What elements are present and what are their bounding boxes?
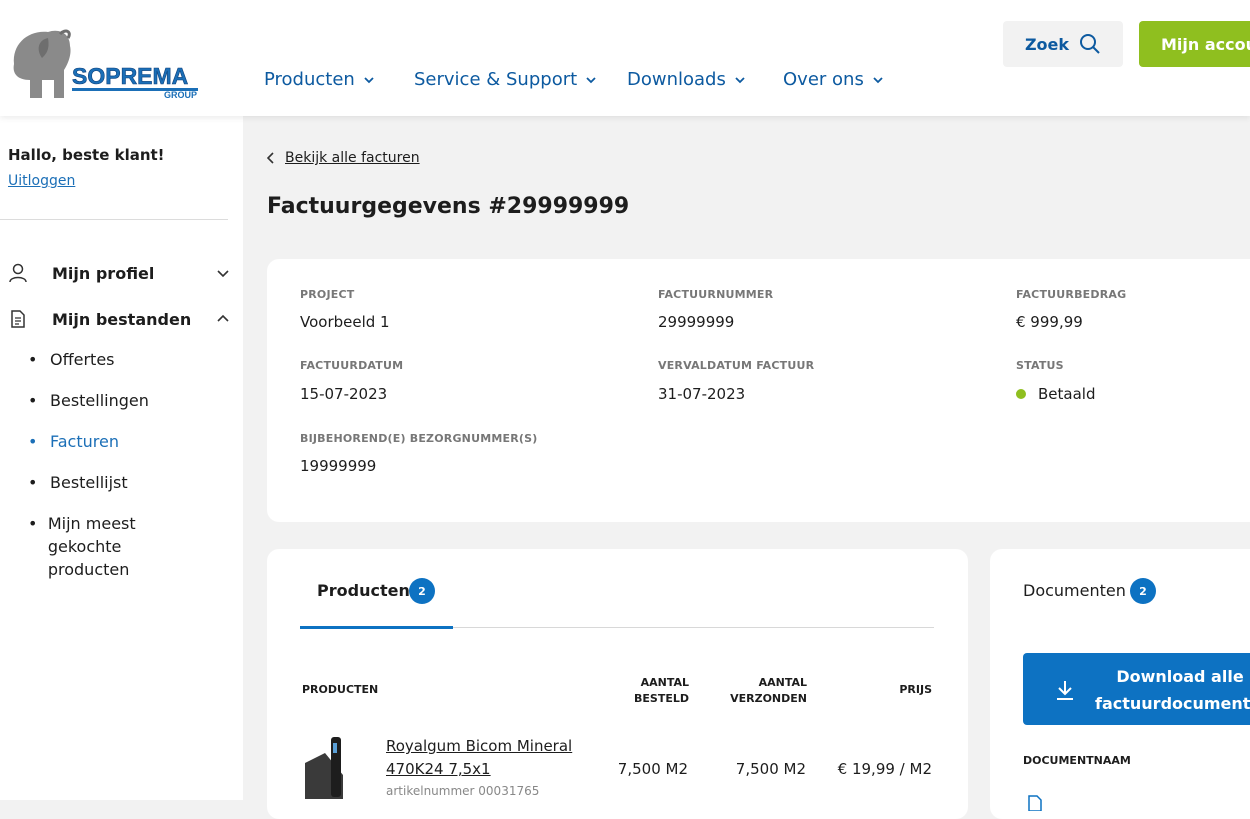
invoice-details-card: PROJECT Voorbeeld 1 FACTUURNUMMER 299999… bbox=[267, 259, 1250, 522]
delivery-number-label: BIJBEHOREND(E) BEZORGNUMMER(S) bbox=[300, 432, 538, 445]
due-date-label: VERVALDATUM FACTUUR bbox=[658, 359, 815, 372]
tab-documenten[interactable]: Documenten bbox=[1023, 581, 1126, 600]
sidebar-sub-bestellijst[interactable]: • Bestellijst bbox=[28, 471, 128, 494]
status-value: Betaald bbox=[1038, 385, 1096, 403]
page-title: Factuurgegevens #29999999 bbox=[267, 194, 630, 219]
col-shipped: AANTAL VERZONDEN bbox=[730, 676, 807, 705]
shipped-qty: 7,500 M2 bbox=[735, 760, 806, 778]
sidebar-item-label: Mijn bestanden bbox=[52, 309, 192, 329]
account-button[interactable]: Mijn account bbox=[1139, 21, 1250, 67]
invoice-number-label: FACTUURNUMMER bbox=[658, 288, 774, 301]
col-products: PRODUCTEN bbox=[302, 683, 379, 696]
invoice-amount-value: € 999,99 bbox=[1016, 313, 1083, 331]
nav-downloads[interactable]: Downloads bbox=[627, 69, 746, 90]
sidebar-sub-meest-gekocht[interactable]: • Mijn meest gekochte producten bbox=[28, 512, 138, 581]
nav-label: Downloads bbox=[627, 69, 726, 90]
back-link-label: Bekijk alle facturen bbox=[285, 150, 420, 166]
search-label: Zoek bbox=[1024, 34, 1070, 54]
products-card: Producten 2 PRODUCTEN AANTAL BESTELD AAN… bbox=[267, 549, 968, 819]
account-label: Mijn account bbox=[1161, 34, 1250, 54]
price: € 19,99 / M2 bbox=[837, 760, 932, 778]
sidebar-sub-label: Facturen bbox=[50, 432, 119, 451]
sidebar-item-files[interactable]: Mijn bestanden bbox=[8, 306, 230, 332]
nav-label: Over ons bbox=[783, 69, 864, 90]
bullet: • bbox=[28, 432, 38, 451]
sidebar-sub-offertes[interactable]: • Offertes bbox=[28, 348, 115, 371]
invoice-amount-label: FACTUURBEDRAG bbox=[1016, 288, 1127, 301]
project-label: PROJECT bbox=[300, 288, 355, 301]
chevron-down-icon bbox=[873, 76, 883, 83]
svg-text:GROUP: GROUP bbox=[164, 90, 197, 100]
logout-link[interactable]: Uitloggen bbox=[8, 173, 75, 189]
site-header: SOPREMA GROUP Producten Service & Suppor… bbox=[0, 0, 1250, 116]
col-price: PRIJS bbox=[899, 683, 932, 696]
chevron-up-icon bbox=[217, 314, 229, 322]
sidebar-sub-label: Bestellingen bbox=[50, 391, 149, 410]
article-number: artikelnummer 00031765 bbox=[386, 784, 540, 798]
download-all-label: Download alle factuurdocumenten bbox=[1095, 667, 1250, 713]
chevron-down-icon bbox=[735, 76, 745, 83]
bullet: • bbox=[28, 350, 38, 369]
sidebar-item-profile[interactable]: Mijn profiel bbox=[8, 260, 230, 286]
invoice-number-value: 29999999 bbox=[658, 313, 735, 331]
invoice-date-label: FACTUURDATUM bbox=[300, 359, 404, 372]
sidebar-sub-label: Offertes bbox=[50, 350, 115, 369]
col-document-name: DOCUMENTNAAM bbox=[1023, 754, 1131, 767]
search-button[interactable]: Zoek bbox=[1003, 21, 1123, 67]
product-thumbnail[interactable] bbox=[303, 735, 345, 799]
status-label: STATUS bbox=[1016, 359, 1064, 372]
nav-over-ons[interactable]: Over ons bbox=[783, 69, 884, 90]
chevron-down-icon bbox=[364, 76, 374, 83]
sidebar-sub-label: Bestellijst bbox=[50, 473, 128, 492]
search-icon bbox=[1080, 34, 1100, 54]
chevron-down-icon bbox=[217, 270, 229, 278]
sidebar-sub-bestellingen[interactable]: • Bestellingen bbox=[28, 389, 149, 412]
delivery-number-value: 19999999 bbox=[300, 457, 377, 475]
elephant-logo-icon: SOPREMA GROUP bbox=[13, 29, 198, 100]
nav-label: Producten bbox=[264, 69, 355, 90]
status-dot bbox=[1016, 388, 1026, 399]
tab-active-indicator bbox=[300, 626, 453, 629]
bullet: • bbox=[28, 391, 38, 410]
ordered-qty: 7,500 M2 bbox=[617, 760, 688, 778]
bullet: • bbox=[28, 514, 38, 533]
back-link[interactable]: Bekijk alle facturen bbox=[267, 150, 420, 166]
chevron-left-icon bbox=[267, 152, 274, 164]
project-value: Voorbeeld 1 bbox=[300, 313, 390, 331]
nav-label: Service & Support bbox=[414, 69, 578, 90]
greeting: Hallo, beste klant! bbox=[8, 146, 165, 164]
status-badge: Betaald bbox=[1016, 385, 1095, 403]
document-icon bbox=[11, 310, 25, 328]
sidebar-sub-label: Mijn meest gekochte producten bbox=[47, 514, 136, 579]
documents-count-badge: 2 bbox=[1130, 578, 1156, 604]
sidebar: Hallo, beste klant! Uitloggen Mijn profi… bbox=[0, 116, 243, 800]
file-icon bbox=[1028, 795, 1042, 811]
sidebar-sub-facturen[interactable]: • Facturen bbox=[28, 430, 119, 453]
invoice-date-value: 15-07-2023 bbox=[300, 385, 388, 403]
download-icon bbox=[1057, 681, 1073, 700]
download-all-button[interactable]: Download alle factuurdocumenten bbox=[1023, 653, 1250, 725]
roll-image bbox=[305, 737, 343, 799]
bullet: • bbox=[28, 473, 38, 492]
svg-text:SOPREMA: SOPREMA bbox=[72, 63, 188, 89]
nav-service-support[interactable]: Service & Support bbox=[414, 69, 597, 90]
product-name-link[interactable]: Royalgum Bicom Mineral 470K24 7,5x1 bbox=[386, 735, 586, 781]
divider bbox=[0, 219, 228, 220]
col-ordered: AANTAL BESTELD bbox=[634, 676, 689, 705]
soprema-logo[interactable]: SOPREMA GROUP bbox=[8, 24, 204, 100]
products-count-badge: 2 bbox=[409, 578, 435, 604]
sidebar-item-label: Mijn profiel bbox=[52, 263, 155, 283]
nav-producten[interactable]: Producten bbox=[264, 69, 375, 90]
user-icon bbox=[9, 263, 27, 283]
due-date-value: 31-07-2023 bbox=[658, 385, 746, 403]
chevron-down-icon bbox=[586, 76, 596, 83]
tab-producten[interactable]: Producten bbox=[317, 581, 410, 600]
